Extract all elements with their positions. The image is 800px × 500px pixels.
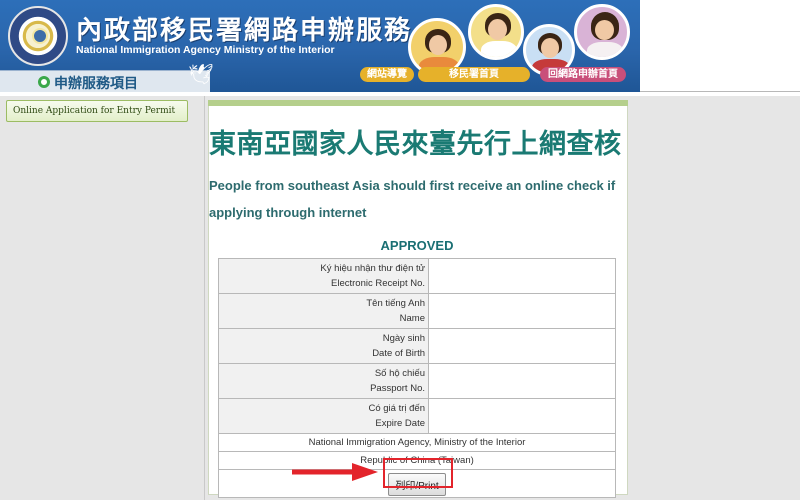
label-vietnamese: Tên tiếng Anh <box>366 298 425 309</box>
table-row: Republic of China (Taiwan) <box>218 451 616 470</box>
agency-name: National Immigration Agency, Ministry of… <box>218 433 616 452</box>
site-header: 內政部移民署網路申辦服務 National Immigration Agency… <box>0 0 640 92</box>
table-row: Tên tiếng Anh Name <box>218 293 616 329</box>
date-of-birth-value <box>428 328 616 364</box>
nav-agency-home-link[interactable]: 移民署首頁 <box>418 67 530 82</box>
panel-header-bar <box>208 100 628 106</box>
date-of-birth-label: Ngày sinh Date of Birth <box>218 328 429 364</box>
country-name: Republic of China (Taiwan) <box>218 451 616 470</box>
site-title-english: National Immigration Agency Ministry of … <box>76 44 335 56</box>
family-photo-2 <box>468 4 524 60</box>
sidebar-item-entry-permit[interactable]: Online Application for Entry Permit <box>6 100 188 122</box>
page-title: 東南亞國家人民來臺先行上網查核 <box>209 129 622 159</box>
expire-date-value <box>428 398 616 434</box>
label-english: Passport No. <box>370 383 425 394</box>
page-subtitle: People from southeast Asia should first … <box>209 178 616 220</box>
table-row: Ngày sinh Date of Birth <box>218 328 616 364</box>
table-row: National Immigration Agency, Ministry of… <box>218 433 616 452</box>
label-vietnamese: Ký hiệu nhận thư điện tử <box>320 263 425 274</box>
approval-status: APPROVED <box>380 238 454 253</box>
nav-sitemap-link[interactable]: 網站導覽 <box>360 67 414 82</box>
label-english: Name <box>399 313 425 324</box>
passport-no-value <box>428 363 616 399</box>
label-english: Expire Date <box>375 418 425 429</box>
table-row: Có giá trị đến Expire Date <box>218 398 616 434</box>
table-row: 列印/Print <box>218 469 616 498</box>
print-button[interactable]: 列印/Print <box>388 473 446 496</box>
permit-info-table: Ký hiệu nhận thư điện tử Electronic Rece… <box>218 258 616 498</box>
label-vietnamese: Có giá trị đến <box>368 403 425 414</box>
nav-online-home-link[interactable]: 回網路申辦首頁 <box>540 67 626 82</box>
receipt-no-label: Ký hiệu nhận thư điện tử Electronic Rece… <box>218 258 429 294</box>
label-vietnamese: Ngày sinh <box>382 333 425 344</box>
sidebar: Online Application for Entry Permit <box>0 96 205 500</box>
table-row: Ký hiệu nhận thư điện tử Electronic Rece… <box>218 258 616 294</box>
family-photo-4 <box>574 4 630 60</box>
service-menu-label: 申辦服務項目 <box>54 75 138 91</box>
label-vietnamese: Số hộ chiếu <box>374 368 425 379</box>
agency-emblem-icon <box>8 6 68 66</box>
header-filler <box>640 0 800 92</box>
label-english: Date of Birth <box>372 348 425 359</box>
label-english: Electronic Receipt No. <box>331 278 425 289</box>
site-title-chinese: 內政部移民署網路申辦服務 <box>76 16 413 46</box>
receipt-no-value <box>428 258 616 294</box>
dove-icon: 🕊 <box>188 64 214 86</box>
table-row: Số hộ chiếu Passport No. <box>218 363 616 399</box>
passport-no-label: Số hộ chiếu Passport No. <box>218 363 429 399</box>
expire-date-label: Có giá trị đến Expire Date <box>218 398 429 434</box>
name-label: Tên tiếng Anh Name <box>218 293 429 329</box>
name-value <box>428 293 616 329</box>
print-cell: 列印/Print <box>218 469 616 498</box>
